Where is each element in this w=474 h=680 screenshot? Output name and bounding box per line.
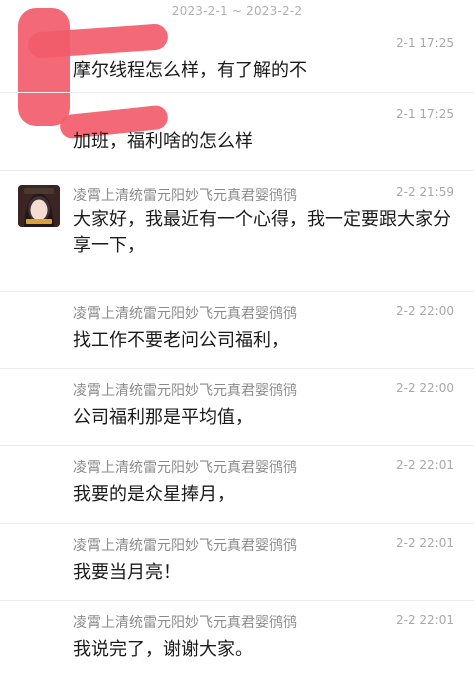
message-text: 公司福利那是平均值， [73, 407, 253, 428]
message-time: 2-2 22:00 [396, 304, 454, 318]
message-time: 2-2 22:01 [396, 536, 454, 550]
date-range-header: 2023-2-1 ~ 2023-2-2 [171, 4, 303, 18]
chat-message[interactable]: 2-1 17:25 加班，福利啥的怎么样 [0, 93, 474, 171]
message-time: 2-2 21:59 [396, 185, 454, 199]
message-text: 我要当月亮！ [73, 562, 181, 583]
sender-name: 凌霄上清统雷元阳妙飞元真君婴鸻鸻 [73, 383, 297, 399]
message-time: 2-2 22:01 [396, 458, 454, 472]
avatar[interactable] [18, 185, 60, 227]
avatar-image [18, 185, 60, 227]
chat-message[interactable]: 凌霄上清统雷元阳妙飞元真君婴鸻鸻 2-2 22:01 我要的是众星捧月， [0, 446, 474, 524]
chat-message-list: 2-1 17:25 摩尔线程怎么样，有了解的不 2-1 17:25 加班，福利啥… [0, 24, 474, 676]
chat-message[interactable]: 2-1 17:25 摩尔线程怎么样，有了解的不 [0, 24, 474, 93]
sender-name: 凌霄上清统雷元阳妙飞元真君婴鸻鸻 [73, 615, 297, 631]
sender-name: 凌霄上清统雷元阳妙飞元真君婴鸻鸻 [73, 188, 297, 204]
message-time: 2-1 17:25 [396, 36, 454, 50]
chat-message[interactable]: 凌霄上清统雷元阳妙飞元真君婴鸻鸻 2-2 22:00 公司福利那是平均值， [0, 369, 474, 446]
message-time: 2-2 22:00 [396, 381, 454, 395]
sender-name: 凌霄上清统雷元阳妙飞元真君婴鸻鸻 [73, 538, 297, 554]
chat-message[interactable]: 凌霄上清统雷元阳妙飞元真君婴鸻鸻 2-2 22:01 我说完了，谢谢大家。 [0, 601, 474, 676]
message-time: 2-2 22:01 [396, 613, 454, 627]
message-text: 找工作不要老问公司福利， [73, 330, 289, 351]
message-text: 摩尔线程怎么样，有了解的不 [73, 60, 307, 81]
sender-name: 凌霄上清统雷元阳妙飞元真君婴鸻鸻 [73, 460, 297, 476]
chat-message[interactable]: 凌霄上清统雷元阳妙飞元真君婴鸻鸻 2-2 22:01 我要当月亮！ [0, 524, 474, 601]
message-text: 加班，福利啥的怎么样 [73, 131, 253, 152]
message-time: 2-1 17:25 [396, 107, 454, 121]
chat-message[interactable]: 凌霄上清统雷元阳妙飞元真君婴鸻鸻 2-2 22:00 找工作不要老问公司福利， [0, 292, 474, 369]
message-text: 我说完了，谢谢大家。 [73, 639, 253, 660]
chat-message[interactable]: 凌霄上清统雷元阳妙飞元真君婴鸻鸻 2-2 21:59 大家好，我最近有一个心得，… [0, 171, 474, 292]
message-text: 大家好，我最近有一个心得，我一定要跟大家分享一下， [73, 209, 451, 256]
sender-name: 凌霄上清统雷元阳妙飞元真君婴鸻鸻 [73, 306, 297, 322]
message-text: 我要的是众星捧月， [73, 484, 235, 505]
